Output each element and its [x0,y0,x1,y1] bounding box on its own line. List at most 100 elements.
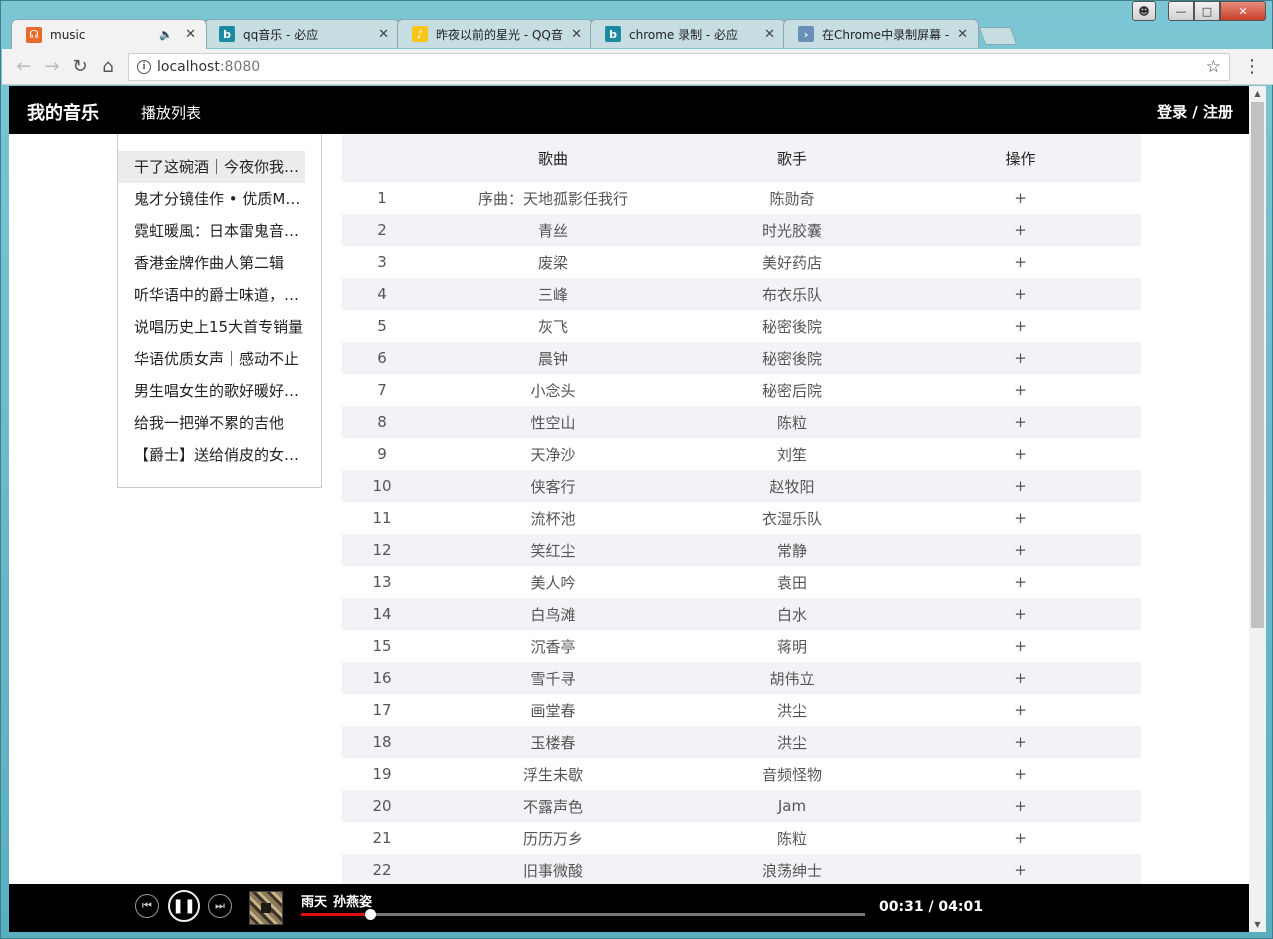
playlist-item[interactable]: 香港金牌作曲人第二辑 [118,247,305,279]
tab-close-icon[interactable]: ✕ [378,27,389,42]
browser-tab[interactable]: b chrome 录制 - 必应 ✕ [590,19,786,48]
playlist-item[interactable]: 给我一把弹不累的吉他 [118,407,305,439]
next-track-icon[interactable]: ⏭ [208,894,232,918]
row-song[interactable]: 灰飞 [422,316,684,337]
maximize-button[interactable]: □ [1194,1,1220,21]
playlist-item[interactable]: 霓虹暖風：日本雷鬼音乐精选 [118,215,305,247]
row-song[interactable]: 浮生未歇 [422,764,684,785]
add-to-playlist-button[interactable]: + [900,701,1141,719]
table-row[interactable]: 6 晨钟 秘密後院 + [342,342,1141,374]
table-row[interactable]: 22 旧事微酸 浪荡绅士 + [342,854,1141,886]
table-row[interactable]: 13 美人吟 袁田 + [342,566,1141,598]
brand-title[interactable]: 我的音乐 [27,99,99,125]
address-bar[interactable]: i localhost:8080 ☆ [128,52,1230,81]
row-song[interactable]: 序曲：天地孤影任我行 [422,188,684,209]
browser-tab[interactable]: ☊ music 🔈 ✕ [11,19,207,49]
vertical-scrollbar[interactable]: ▲ ▼ [1249,86,1266,932]
browser-tab[interactable]: › 在Chrome中录制屏幕 - ✕ [783,19,979,48]
row-song[interactable]: 小念头 [422,380,684,401]
table-row[interactable]: 10 侠客行 赵牧阳 + [342,470,1141,502]
row-song[interactable]: 笑红尘 [422,540,684,561]
table-row[interactable]: 8 性空山 陈粒 + [342,406,1141,438]
add-to-playlist-button[interactable]: + [900,253,1141,271]
table-row[interactable]: 21 历历万乡 陈粒 + [342,822,1141,854]
back-arrow-icon[interactable]: ← [10,53,38,81]
table-row[interactable]: 14 白鸟滩 白水 + [342,598,1141,630]
table-row[interactable]: 9 天净沙 刘笙 + [342,438,1141,470]
add-to-playlist-button[interactable]: + [900,573,1141,591]
row-song[interactable]: 不露声色 [422,796,684,817]
playlist-item[interactable]: 【爵士】送给俏皮的女孩们 [118,439,305,471]
add-to-playlist-button[interactable]: + [900,413,1141,431]
playlist-item[interactable]: 男生唱女生的歌好暖好温柔 [118,375,305,407]
playlist-item[interactable]: 干了这碗酒｜今夜你我不醉不归 [118,151,305,183]
table-row[interactable]: 20 不露声色 Jam + [342,790,1141,822]
table-row[interactable]: 17 画堂春 洪尘 + [342,694,1141,726]
add-to-playlist-button[interactable]: + [900,861,1141,879]
progress-bar[interactable] [301,909,865,920]
scroll-thumb[interactable] [1251,102,1264,628]
add-to-playlist-button[interactable]: + [900,221,1141,239]
row-song[interactable]: 历历万乡 [422,828,684,849]
tab-close-icon[interactable]: ✕ [185,27,196,42]
row-song[interactable]: 三峰 [422,284,684,305]
row-song[interactable]: 晨钟 [422,348,684,369]
progress-knob[interactable] [364,909,376,920]
home-icon[interactable]: ⌂ [94,53,122,81]
table-row[interactable]: 5 灰飞 秘密後院 + [342,310,1141,342]
add-to-playlist-button[interactable]: + [900,669,1141,687]
row-song[interactable]: 旧事微酸 [422,860,684,881]
table-row[interactable]: 15 沉香亭 蒋明 + [342,630,1141,662]
row-song[interactable]: 侠客行 [422,476,684,497]
add-to-playlist-button[interactable]: + [900,477,1141,495]
table-row[interactable]: 16 雪千寻 胡伟立 + [342,662,1141,694]
scroll-down-icon[interactable]: ▼ [1249,917,1266,932]
row-song[interactable]: 流杯池 [422,508,684,529]
browser-tab[interactable]: b qq音乐 - 必应 ✕ [204,19,400,48]
bookmark-star-icon[interactable]: ☆ [1206,57,1221,77]
row-song[interactable]: 性空山 [422,412,684,433]
tab-close-icon[interactable]: ✕ [764,27,775,42]
row-song[interactable]: 青丝 [422,220,684,241]
row-song[interactable]: 白鸟滩 [422,604,684,625]
add-to-playlist-button[interactable]: + [900,189,1141,207]
row-song[interactable]: 美人吟 [422,572,684,593]
row-song[interactable]: 沉香亭 [422,636,684,657]
nav-playlist-link[interactable]: 播放列表 [141,102,201,123]
add-to-playlist-button[interactable]: + [900,317,1141,335]
table-row[interactable]: 2 青丝 时光胶囊 + [342,214,1141,246]
table-row[interactable]: 7 小念头 秘密后院 + [342,374,1141,406]
add-to-playlist-button[interactable]: + [900,381,1141,399]
table-row[interactable]: 18 玉楼春 洪尘 + [342,726,1141,758]
add-to-playlist-button[interactable]: + [900,541,1141,559]
tab-close-icon[interactable]: ✕ [957,27,968,42]
table-row[interactable]: 11 流杯池 衣湿乐队 + [342,502,1141,534]
close-window-button[interactable]: ✕ [1220,1,1266,21]
row-song[interactable]: 画堂春 [422,700,684,721]
scroll-up-icon[interactable]: ▲ [1249,86,1266,101]
playlist-item[interactable]: 鬼才分镜佳作 • 优质MV推荐 [118,183,305,215]
row-song[interactable]: 废梁 [422,252,684,273]
add-to-playlist-button[interactable]: + [900,509,1141,527]
more-menu-icon[interactable]: ⋮ [1240,56,1264,77]
minimize-button[interactable]: — [1168,1,1194,21]
user-icon[interactable]: ☻ [1132,1,1156,21]
add-to-playlist-button[interactable]: + [900,285,1141,303]
add-to-playlist-button[interactable]: + [900,637,1141,655]
table-row[interactable]: 4 三峰 布衣乐队 + [342,278,1141,310]
playlist-item[interactable]: 华语优质女声｜感动不止 [118,343,305,375]
table-row[interactable]: 19 浮生未歇 音频怪物 + [342,758,1141,790]
add-to-playlist-button[interactable]: + [900,797,1141,815]
add-to-playlist-button[interactable]: + [900,445,1141,463]
browser-tab[interactable]: ♪ 昨夜以前的星光 - QQ音 ✕ [397,19,593,48]
new-tab-button[interactable] [978,27,1018,45]
tab-audio-icon[interactable]: 🔈 [159,28,173,41]
add-to-playlist-button[interactable]: + [900,765,1141,783]
tab-close-icon[interactable]: ✕ [571,27,582,42]
reload-icon[interactable]: ↻ [66,53,94,81]
playlist-item[interactable]: 说唱历史上15大首专销量 [118,311,305,343]
table-row[interactable]: 3 废梁 美好药店 + [342,246,1141,278]
pause-icon[interactable]: ❚❚ [168,890,200,922]
add-to-playlist-button[interactable]: + [900,733,1141,751]
table-row[interactable]: 12 笑红尘 常静 + [342,534,1141,566]
